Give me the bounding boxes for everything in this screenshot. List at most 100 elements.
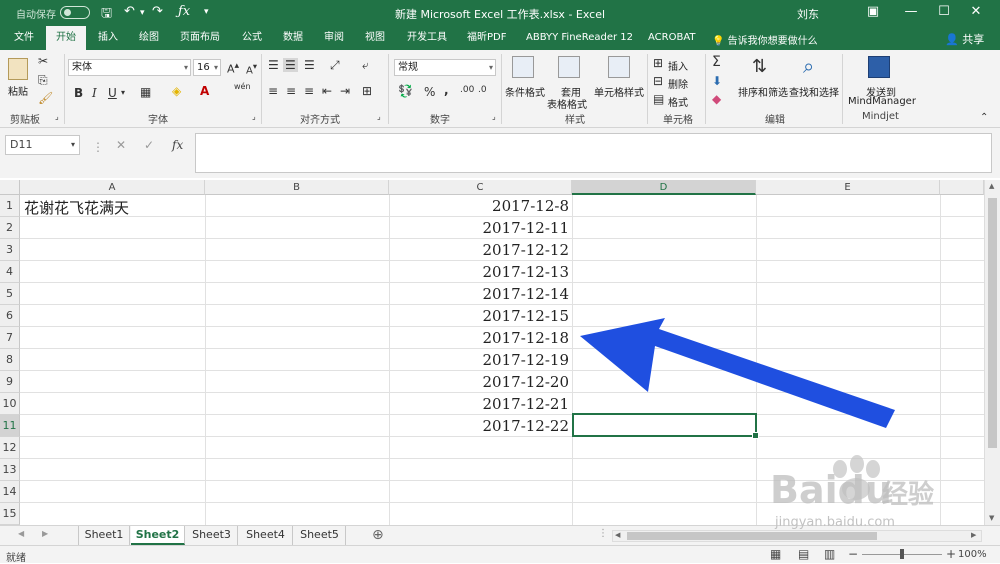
align-left-icon[interactable]: ≡ <box>268 84 278 98</box>
prev-sheet-icon[interactable]: ◀ <box>18 529 24 538</box>
increase-font-icon[interactable]: A▴ <box>227 60 239 76</box>
column-header-f[interactable] <box>940 180 984 195</box>
next-sheet-icon[interactable]: ▶ <box>42 529 48 538</box>
row-header-12[interactable]: 12 <box>0 437 20 459</box>
merge-center-icon[interactable]: ⊞ <box>362 84 372 98</box>
horizontal-scroll-thumb[interactable] <box>627 532 877 540</box>
cell-styles-icon[interactable] <box>608 56 630 78</box>
italic-button[interactable]: I <box>92 86 97 100</box>
normal-view-icon[interactable]: ▦ <box>770 547 781 561</box>
align-middle-icon[interactable]: ☰ <box>283 58 298 72</box>
mindmanager-icon[interactable] <box>868 56 890 78</box>
maximize-icon[interactable]: ☐ <box>929 2 959 22</box>
column-header-a[interactable]: A <box>20 180 205 195</box>
row-header-5[interactable]: 5 <box>0 283 20 305</box>
tab-foxit-pdf[interactable]: 福昕PDF <box>459 26 514 50</box>
alignment-launcher-icon[interactable]: ⌟ <box>377 112 381 121</box>
orientation-icon[interactable]: ⤢ <box>330 58 340 73</box>
ribbon-display-icon[interactable]: ▣ <box>858 2 888 22</box>
cell-c1[interactable]: 2017-12-8 <box>392 197 569 215</box>
mindmanager-label[interactable]: MindManager <box>848 96 916 107</box>
decrease-decimal-icon[interactable]: .0 <box>478 85 487 95</box>
decrease-indent-icon[interactable]: ⇤ <box>322 84 332 98</box>
wrap-text-icon[interactable]: ⤶ <box>362 58 369 73</box>
autosave-toggle[interactable] <box>60 6 90 19</box>
increase-decimal-icon[interactable]: .00 <box>460 85 474 95</box>
cancel-icon[interactable]: ✕ <box>116 138 126 152</box>
more-icon[interactable]: ⋮ <box>598 528 608 539</box>
cell-styles-label[interactable]: 单元格样式 <box>594 84 644 99</box>
sheet-tab-3[interactable]: Sheet3 <box>186 526 238 545</box>
insert-cells-icon[interactable]: ⊞ <box>653 56 663 70</box>
zoom-in-icon[interactable]: + <box>946 547 956 561</box>
column-header-c[interactable]: C <box>389 180 572 195</box>
row-header-15[interactable]: 15 <box>0 503 20 525</box>
number-launcher-icon[interactable]: ⌟ <box>492 112 496 121</box>
font-color-icon[interactable]: A <box>200 84 209 98</box>
sheet-tab-1[interactable]: Sheet1 <box>78 526 130 545</box>
column-header-b[interactable]: B <box>205 180 389 195</box>
active-cell-d11[interactable] <box>572 413 759 439</box>
paste-label[interactable]: 粘贴 <box>8 83 28 98</box>
bold-button[interactable]: B <box>74 86 83 100</box>
tab-developer[interactable]: 开发工具 <box>399 26 455 50</box>
phonetic-icon[interactable]: wén <box>234 82 251 91</box>
scroll-left-icon[interactable]: ◀ <box>615 531 620 539</box>
cell-c9[interactable]: 2017-12-20 <box>392 373 569 391</box>
zoom-slider-knob[interactable] <box>900 549 904 559</box>
row-header-6[interactable]: 6 <box>0 305 20 327</box>
zoom-out-icon[interactable]: − <box>848 547 858 561</box>
zoom-level[interactable]: 100% <box>958 549 987 560</box>
find-select-label[interactable]: 查找和选择 <box>789 84 839 99</box>
conditional-format-label[interactable]: 条件格式 <box>505 84 545 99</box>
share-button[interactable]: 👤 共享 <box>945 31 984 47</box>
tab-file[interactable]: 文件 <box>6 26 42 50</box>
tab-home[interactable]: 开始 <box>46 26 86 50</box>
row-header-2[interactable]: 2 <box>0 217 20 239</box>
scroll-up-icon[interactable]: ▲ <box>989 182 994 190</box>
insert-function-icon[interactable]: fx <box>172 138 183 152</box>
fill-icon[interactable]: ⬇ <box>712 74 722 88</box>
row-header-9[interactable]: 9 <box>0 371 20 393</box>
row-header-13[interactable]: 13 <box>0 459 20 481</box>
sort-filter-label[interactable]: 排序和筛选 <box>738 84 788 99</box>
find-select-icon[interactable]: ⌕ <box>803 54 814 78</box>
select-all-corner[interactable] <box>0 180 20 195</box>
vertical-scrollbar[interactable]: ▲ ▼ <box>984 180 1000 525</box>
undo-dropdown-icon[interactable]: ▾ <box>140 8 145 18</box>
row-header-14[interactable]: 14 <box>0 481 20 503</box>
align-bottom-icon[interactable]: ☰ <box>304 58 315 72</box>
fx-icon[interactable]: ƒx <box>178 4 190 19</box>
chevron-down-icon[interactable]: ▾ <box>121 88 125 97</box>
horizontal-scrollbar[interactable]: ◀ ▶ <box>612 530 982 542</box>
page-layout-view-icon[interactable]: ▤ <box>798 547 809 561</box>
font-launcher-icon[interactable]: ⌟ <box>252 112 256 121</box>
enter-icon[interactable]: ✓ <box>144 138 154 152</box>
column-header-e[interactable]: E <box>756 180 940 195</box>
scroll-right-icon[interactable]: ▶ <box>971 531 976 539</box>
cell-c11[interactable]: 2017-12-22 <box>392 417 569 435</box>
add-sheet-icon[interactable]: ⊕ <box>372 527 384 543</box>
cell-c7[interactable]: 2017-12-18 <box>392 329 569 347</box>
align-right-icon[interactable]: ≡ <box>304 84 314 98</box>
tab-review[interactable]: 审阅 <box>316 26 352 50</box>
align-top-icon[interactable]: ☰ <box>268 58 279 72</box>
row-header-4[interactable]: 4 <box>0 261 20 283</box>
sheet-tab-4[interactable]: Sheet4 <box>239 526 293 545</box>
row-header-7[interactable]: 7 <box>0 327 20 349</box>
format-cells-label[interactable]: 格式 <box>668 94 688 109</box>
tell-me-search[interactable]: 💡 告诉我你想要做什么 <box>712 32 818 47</box>
borders-icon[interactable]: ▦ <box>140 85 151 99</box>
conditional-format-icon[interactable] <box>512 56 534 78</box>
tab-formulas[interactable]: 公式 <box>234 26 270 50</box>
comma-button[interactable]: , <box>444 83 449 97</box>
row-header-11[interactable]: 11 <box>0 415 20 437</box>
redo-icon[interactable]: ↷ <box>152 4 163 19</box>
cell-c5[interactable]: 2017-12-14 <box>392 285 569 303</box>
format-as-table-label-2[interactable]: 表格格式 <box>547 96 587 111</box>
vertical-scroll-thumb[interactable] <box>988 198 997 448</box>
tab-draw[interactable]: 绘图 <box>131 26 167 50</box>
scroll-down-icon[interactable]: ▼ <box>989 514 994 522</box>
row-header-3[interactable]: 3 <box>0 239 20 261</box>
currency-icon[interactable]: 💱 <box>398 84 413 98</box>
